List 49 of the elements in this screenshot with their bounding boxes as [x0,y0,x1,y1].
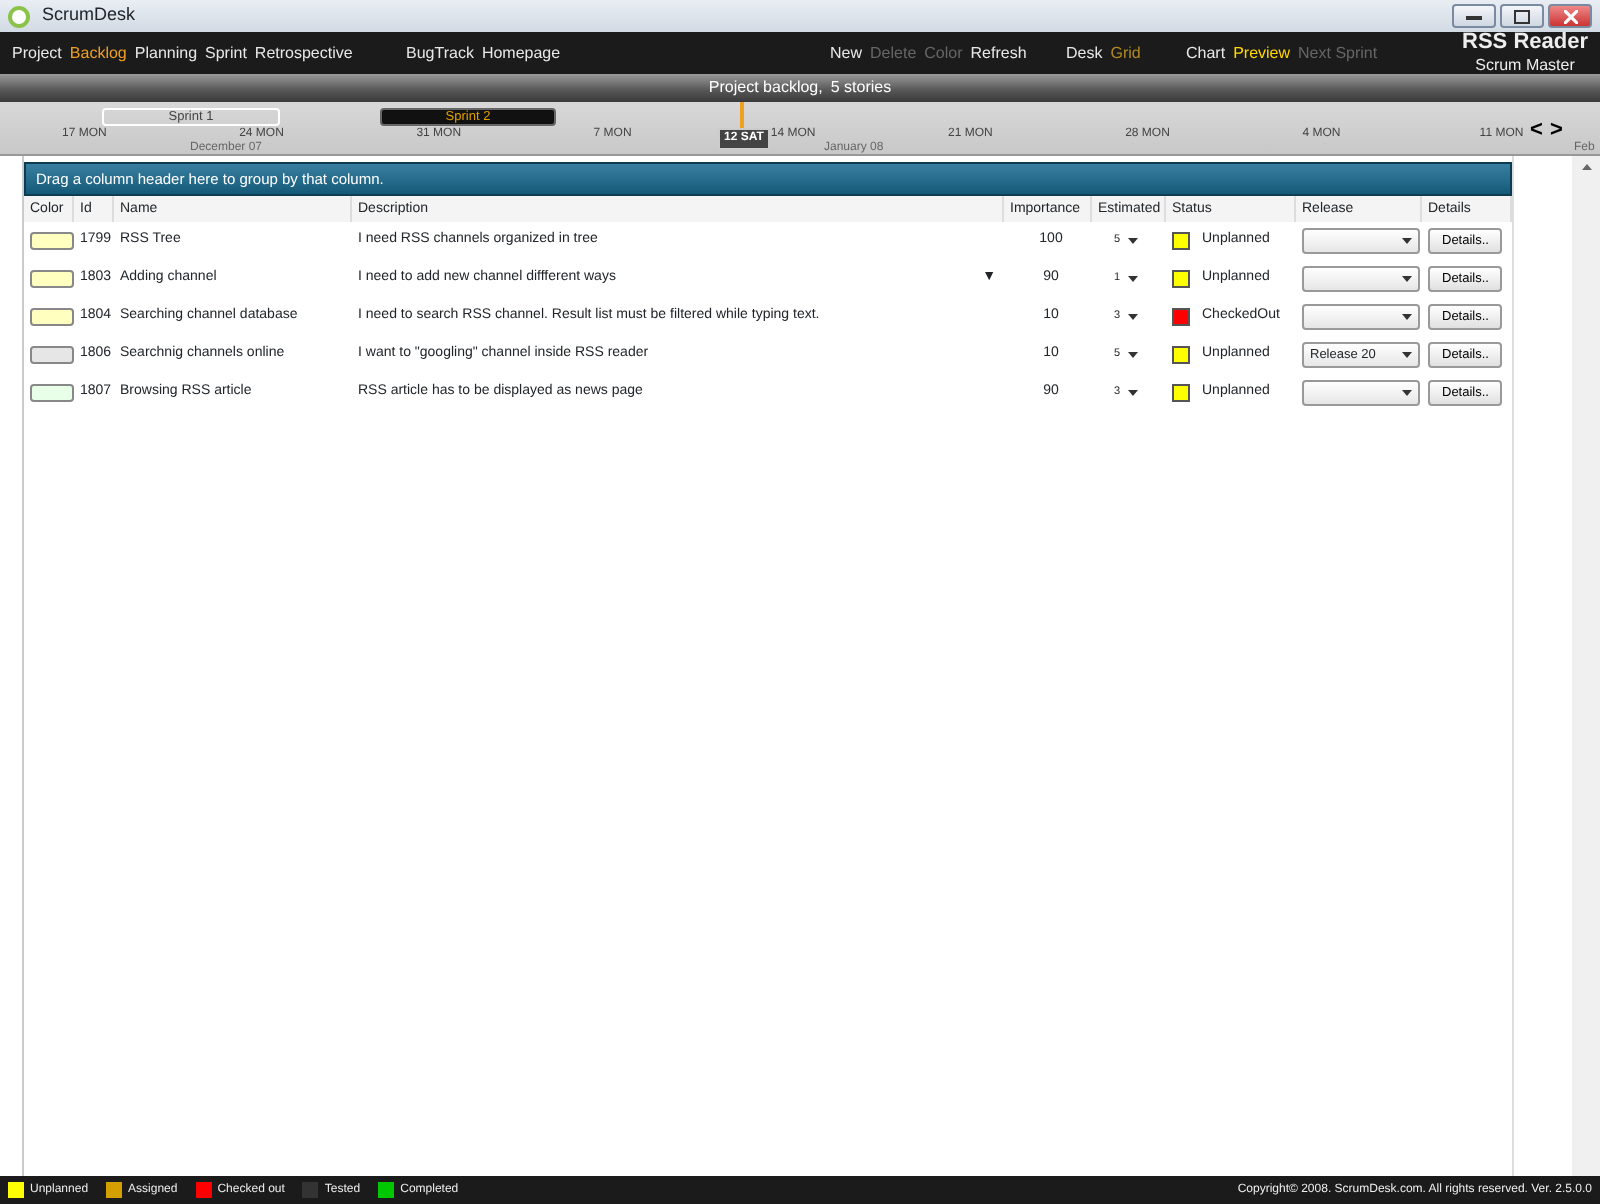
close-button[interactable] [1548,4,1592,28]
view-tab[interactable]: Desk [1066,41,1103,65]
release-dropdown[interactable] [1302,380,1420,406]
caret-icon [1128,314,1139,320]
story-count: 5 stories [830,76,892,100]
user-role: Scrum Master [1473,56,1577,76]
maximize-icon [1514,9,1530,23]
caret-icon [1128,238,1139,244]
view-tab[interactable]: Grid [1110,41,1141,65]
caret-icon [1128,276,1139,282]
caret-icon [1128,390,1139,396]
next-button[interactable]: > [1550,114,1563,147]
nav-tab[interactable]: Planning [134,41,198,65]
nav-tab[interactable]: Project [12,41,62,65]
scroll-up-icon[interactable] [1581,164,1591,170]
caret-icon [1402,276,1412,282]
nav-tab[interactable]: Retrospective [254,41,353,65]
nav-link[interactable]: BugTrack [406,41,474,65]
minimize-icon [1466,12,1482,20]
minimize-button[interactable] [1452,4,1496,28]
color-swatch[interactable] [30,384,74,402]
caret-icon [1402,390,1412,396]
release-dropdown[interactable] [1302,304,1420,330]
toolbar-button[interactable]: New [830,41,863,65]
previous-button[interactable]: < [1530,114,1543,147]
project-name: RSS Reader [1462,30,1588,57]
color-swatch[interactable] [30,346,74,364]
panel-toggle[interactable]: Preview [1233,41,1291,65]
color-swatch[interactable] [30,308,74,326]
scrollbar[interactable] [1572,156,1600,1176]
nav-tab[interactable]: Sprint [205,41,247,65]
caret-icon [1402,314,1412,320]
color-swatch[interactable] [30,270,74,288]
close-icon [1563,9,1577,23]
app-icon [8,5,30,27]
nav-tab[interactable]: Backlog [69,41,127,65]
caret-icon [1128,352,1139,358]
release-dropdown[interactable] [1302,266,1420,292]
caret-icon [1402,238,1412,244]
caret-icon [1402,352,1412,358]
nav-link[interactable]: Homepage [481,41,561,65]
today-marker [740,102,744,128]
release-dropdown[interactable] [1302,228,1420,254]
toolbar-button[interactable]: Refresh [970,41,1027,65]
panel-toggle[interactable]: Chart [1186,41,1226,65]
backlog-title: Project backlog, [708,76,823,100]
color-swatch[interactable] [30,232,74,250]
window-title: ScrumDesk [42,2,136,29]
maximize-button[interactable] [1500,4,1544,28]
